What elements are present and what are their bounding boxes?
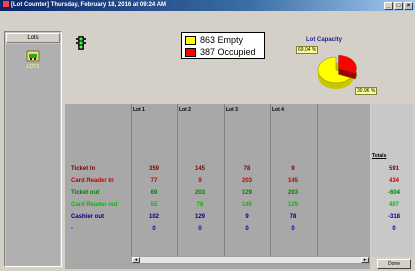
window-title: [Lot Counter] Thursday, February 18, 201… <box>11 2 167 8</box>
table-cell: 145 <box>287 178 298 184</box>
totals-header: Totals <box>372 153 387 159</box>
empty-count: 863 Empty <box>200 35 244 45</box>
table-cell: 55 <box>150 202 158 208</box>
horizontal-scrollbar[interactable]: ◂ ▸ <box>131 256 370 264</box>
column-header-lot3: Lot 3 <box>226 107 238 113</box>
parking-lot-icon[interactable] <box>26 49 40 63</box>
window-controls: _ □ × <box>383 1 413 10</box>
col-divider <box>224 104 225 256</box>
table-cell: 102 <box>148 214 159 220</box>
table-cell: 69 <box>150 190 158 196</box>
total-cell: 434 <box>388 178 399 184</box>
total-cell: 0 <box>392 226 396 232</box>
total-cell: 591 <box>388 166 399 172</box>
minimize-button[interactable]: _ <box>384 2 393 10</box>
table-cell: 0 <box>198 226 202 232</box>
column-header-lot1: Lot 1 <box>133 107 145 113</box>
lot-counter-window: [Lot Counter] Thursday, February 18, 201… <box>0 0 415 271</box>
occupied-count: 387 Occupied <box>200 47 256 57</box>
total-cell: 407 <box>388 202 399 208</box>
row-label-card-reader-in: Card Reader In <box>71 178 114 184</box>
table-cell: 129 <box>241 190 252 196</box>
lots-panel: Lots LOT1 <box>4 31 62 267</box>
capacity-pie-chart <box>317 55 357 89</box>
column-header-lot4: Lot 4 <box>272 107 284 113</box>
row-label-cashier-out: Cashier out <box>71 214 105 220</box>
capacity-title: Lot Capacity <box>306 37 343 43</box>
column-header-lot2: Lot 2 <box>179 107 191 113</box>
table-cell: 78 <box>196 202 204 208</box>
row-label-other: - <box>71 226 73 232</box>
table-cell: 0 <box>291 226 295 232</box>
table-cell: 78 <box>243 166 251 172</box>
row-label-card-reader-out: Card Reader out <box>71 202 118 208</box>
col-divider <box>131 104 132 256</box>
occupancy-legend: 863 Empty 387 Occupied <box>181 32 265 59</box>
scroll-left-icon[interactable]: ◂ <box>132 257 140 263</box>
close-button[interactable]: × <box>404 2 413 10</box>
lots-header[interactable]: Lots <box>6 33 60 43</box>
col-divider <box>270 104 271 256</box>
table-cell: 9 <box>245 214 249 220</box>
table-cell: 9 <box>198 178 202 184</box>
table-cell: 9 <box>291 166 295 172</box>
lots-list: LOT1 <box>6 44 60 266</box>
occupied-swatch <box>185 48 196 57</box>
row-label-ticket-in: Ticket In <box>71 166 96 172</box>
done-button[interactable]: Done <box>377 259 411 269</box>
table-cell: 77 <box>150 178 158 184</box>
empty-pct-label: 69.04 % <box>296 46 319 54</box>
col-divider <box>177 104 178 256</box>
table-cell: 129 <box>287 202 298 208</box>
table-cell: 0 <box>152 226 156 232</box>
table-cell: 203 <box>287 190 298 196</box>
table-cell: 145 <box>241 202 252 208</box>
empty-swatch <box>185 36 196 45</box>
row-label-ticket-out: Ticket out <box>71 190 100 196</box>
lot-stats-grid <box>65 104 370 269</box>
table-cell: 203 <box>194 190 205 196</box>
scroll-right-icon[interactable]: ▸ <box>361 257 369 263</box>
table-cell: 0 <box>245 226 249 232</box>
total-cell: -318 <box>387 214 400 220</box>
table-cell: 78 <box>289 214 297 220</box>
table-cell: 145 <box>194 166 205 172</box>
app-icon <box>3 1 9 8</box>
lot-item-label[interactable]: LOT1 <box>18 64 48 70</box>
col-divider <box>317 104 318 256</box>
total-cell: -604 <box>387 190 400 196</box>
title-bar[interactable]: [Lot Counter] Thursday, February 18, 201… <box>0 0 415 11</box>
traffic-light-icon <box>76 36 86 50</box>
maximize-button[interactable]: □ <box>394 2 403 10</box>
table-cell: 203 <box>241 178 252 184</box>
table-cell: 129 <box>194 214 205 220</box>
table-cell: 359 <box>148 166 159 172</box>
